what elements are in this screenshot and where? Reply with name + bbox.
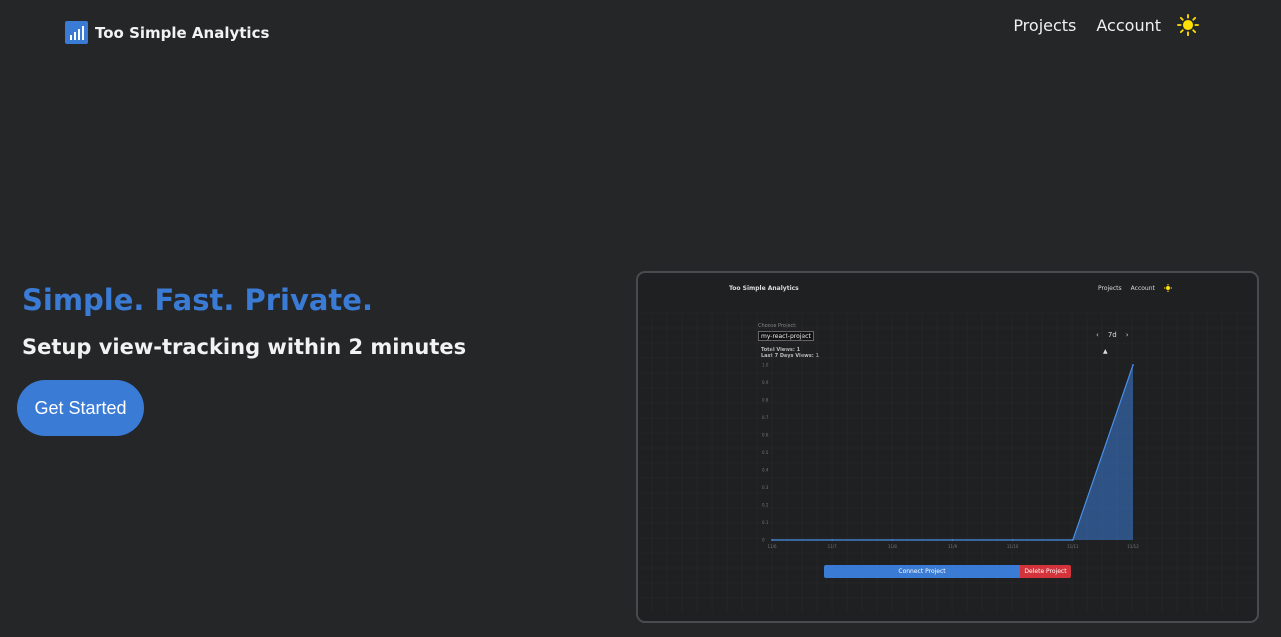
data-point (891, 539, 894, 541)
area-fill (772, 365, 1133, 540)
y-tick-label: 0.8 (762, 398, 769, 403)
y-tick-label: 0.3 (762, 485, 769, 490)
preview-delete-button: Delete Project (1020, 565, 1071, 578)
data-point (771, 539, 773, 541)
series-line (772, 364, 1134, 541)
data-point (1011, 539, 1014, 541)
preview-connect-button: Connect Project (824, 565, 1020, 578)
data-point (831, 539, 834, 541)
y-tick-label: 0.9 (762, 380, 769, 385)
data-point (1071, 539, 1074, 541)
x-tick-label: 11/12 (1127, 544, 1139, 549)
y-tick-label: 0.1 (762, 520, 769, 525)
x-tick-label: 11/11 (1067, 544, 1079, 549)
y-tick-label: 0.5 (762, 450, 769, 455)
x-tick-label: 11/10 (1007, 544, 1019, 549)
sun-icon[interactable] (1177, 14, 1199, 36)
get-started-button[interactable]: Get Started (17, 380, 144, 436)
top-nav: Projects Account (993, 14, 1199, 36)
x-tick-label: 11/9 (948, 544, 957, 549)
dashboard-preview: Too Simple Analytics Projects Account Ch… (636, 271, 1259, 623)
brand-name: Too Simple Analytics (95, 23, 270, 42)
data-point (1132, 364, 1134, 366)
y-tick-label: 0.2 (762, 503, 769, 508)
x-tick-label: 11/6 (768, 544, 777, 549)
nav-projects-link[interactable]: Projects (1013, 16, 1076, 35)
y-tick-label: 0.6 (762, 433, 769, 438)
x-tick-label: 11/7 (828, 544, 837, 549)
bar-chart-logo-icon (65, 21, 88, 44)
x-tick-label: 11/8 (888, 544, 897, 549)
y-tick-label: 0.7 (762, 415, 769, 420)
y-tick-label: 0.4 (762, 468, 769, 473)
data-point (951, 539, 954, 541)
nav-account-link[interactable]: Account (1096, 16, 1161, 35)
y-tick-label: 1.0 (762, 363, 769, 368)
hero-subtitle: Setup view-tracking within 2 minutes (22, 335, 467, 359)
hero-title: Simple. Fast. Private. (22, 283, 373, 317)
brand[interactable]: Too Simple Analytics (65, 21, 269, 44)
